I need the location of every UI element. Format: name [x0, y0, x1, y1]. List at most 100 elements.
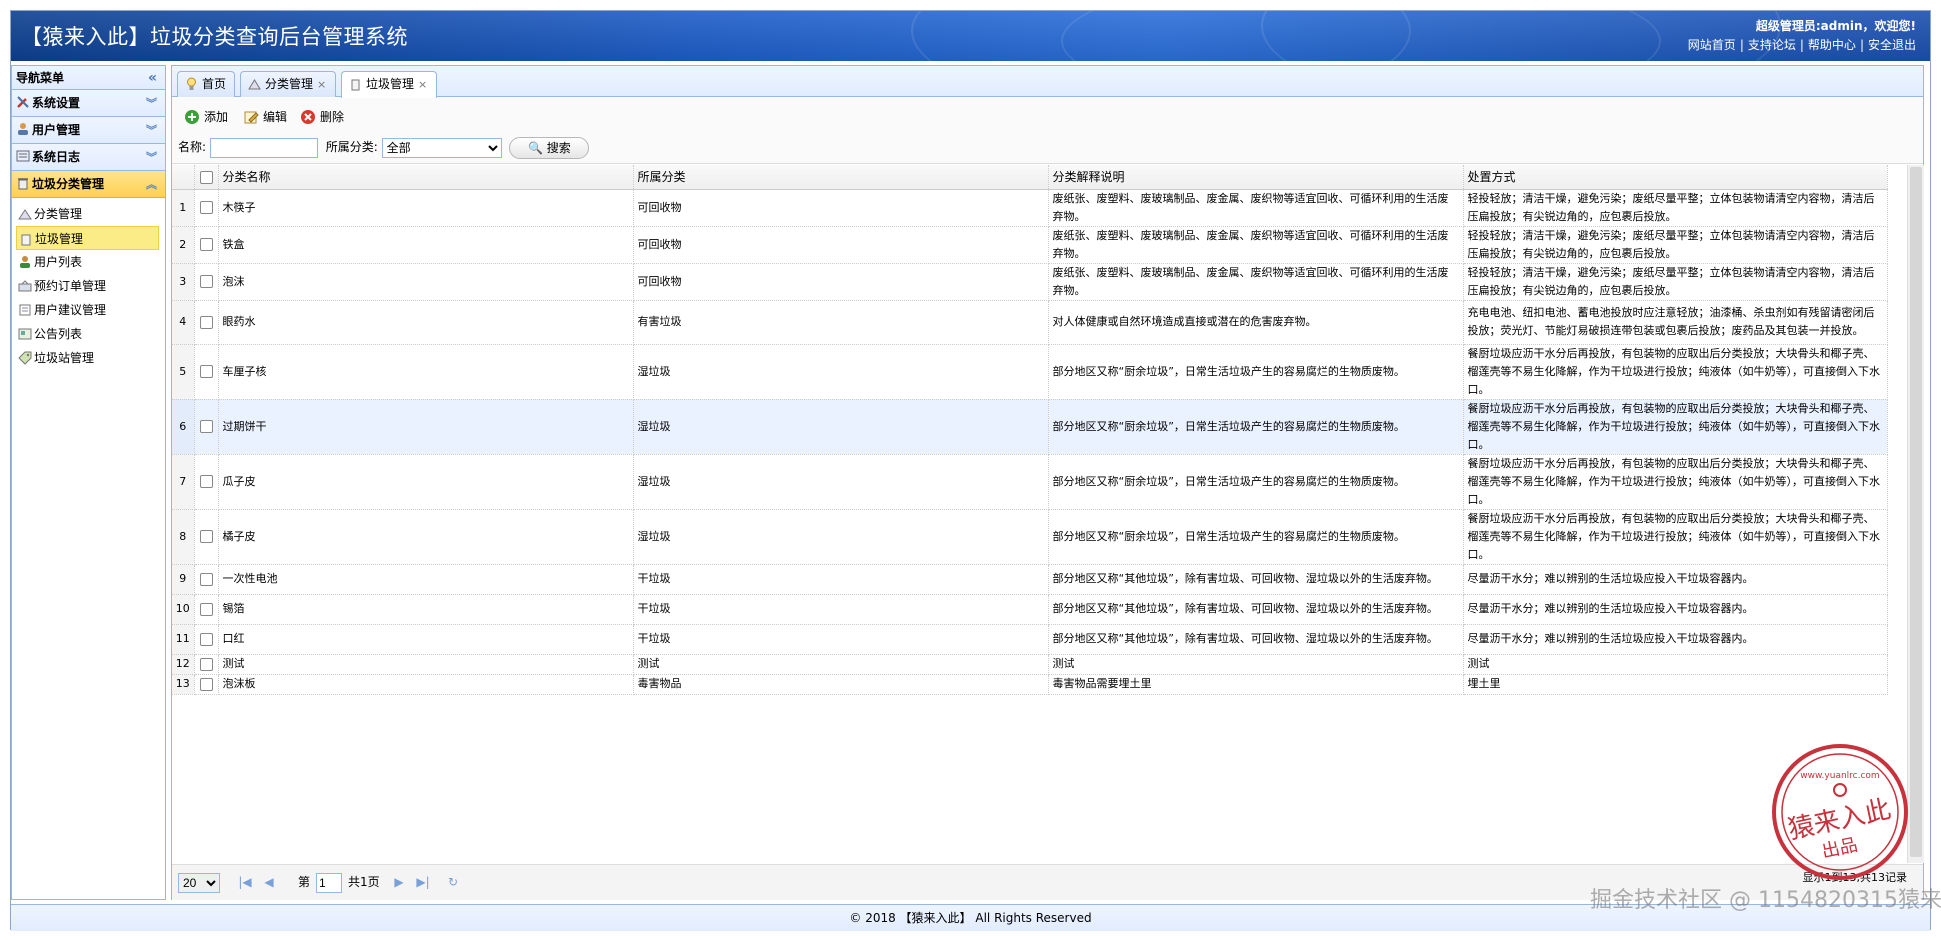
sidebar-section-system-log[interactable]: 系统日志 ︾ — [12, 144, 165, 171]
row-checkbox[interactable] — [199, 657, 213, 671]
cell-category: 干垃圾 — [633, 564, 1049, 595]
sidebar-item-stations[interactable]: 垃圾站管理 — [16, 346, 159, 370]
row-checkbox[interactable] — [199, 677, 213, 691]
row-checkbox[interactable] — [199, 275, 213, 288]
row-checkbox[interactable] — [199, 632, 213, 646]
row-checkbox[interactable] — [199, 530, 213, 543]
row-checkbox[interactable] — [199, 572, 213, 586]
category-select[interactable]: 全部 — [381, 137, 502, 158]
page-number-input[interactable] — [316, 873, 342, 893]
column-header-name[interactable]: 分类名称 — [218, 165, 634, 190]
cell-disposal: 尽量沥干水分；难以辨别的生活垃圾应投入干垃圾容器内。 — [1463, 594, 1888, 625]
help-link[interactable]: 帮助中心 — [1808, 38, 1856, 52]
row-checkbox[interactable] — [199, 238, 213, 251]
column-header-disposal[interactable]: 处置方式 — [1463, 165, 1888, 190]
cell-disposal: 餐厨垃圾应沥干水分后再投放，有包装物的应取出后分类投放；大块骨头和椰子壳、榴莲壳… — [1463, 509, 1888, 565]
category-label: 所属分类: — [325, 140, 378, 154]
column-header-category[interactable]: 所属分类 — [633, 165, 1049, 190]
search-form: 名称: 所属分类: 全部 🔍 搜索 — [178, 136, 590, 159]
logout-link[interactable]: 安全退出 — [1868, 38, 1916, 52]
row-checkbox[interactable] — [199, 602, 213, 616]
add-button[interactable]: 添加 — [184, 107, 228, 127]
tab-label: 垃圾管理 — [366, 77, 415, 91]
table-row[interactable]: 8 橘子皮 湿垃圾 部分地区又称“厨余垃圾”，日常生活垃圾产生的容易腐烂的生物质废物。… — [172, 509, 1888, 565]
cell-description: 废纸张、废塑料、废玻璃制品、废金属、废织物等适宜回收、可循环利用的生活废弃物。 — [1048, 189, 1464, 227]
category-icon — [248, 79, 261, 90]
chevron-down-icon: ︾ — [146, 97, 157, 110]
table-row[interactable]: 6 过期饼干 湿垃圾 部分地区又称“厨余垃圾”，日常生活垃圾产生的容易腐烂的生物质废物… — [172, 399, 1888, 455]
row-checkbox[interactable] — [199, 201, 213, 214]
tools-icon — [17, 96, 29, 108]
table-row[interactable]: 10 锡箔 干垃圾 部分地区又称“其他垃圾”，除有害垃圾、可回收物、湿垃圾以外的生活废… — [172, 594, 1888, 625]
add-icon — [185, 110, 199, 124]
category-icon — [18, 209, 32, 220]
cell-description: 部分地区又称“厨余垃圾”，日常生活垃圾产生的容易腐烂的生物质废物。 — [1048, 344, 1464, 400]
chevron-down-icon: ︾ — [146, 124, 157, 137]
close-icon[interactable]: × — [418, 78, 427, 91]
row-checkbox-cell — [194, 226, 219, 264]
section-label: 用户管理 — [32, 123, 81, 137]
tab-category[interactable]: 分类管理 × — [240, 71, 336, 97]
row-checkbox[interactable] — [199, 475, 213, 488]
page-size-select[interactable]: 20 — [178, 873, 220, 893]
table-row[interactable]: 11 口红 干垃圾 部分地区又称“其他垃圾”，除有害垃圾、可回收物、湿垃圾以外的生活废… — [172, 624, 1888, 655]
row-checkbox[interactable] — [199, 315, 213, 329]
sidebar-item-label: 垃圾管理 — [35, 232, 84, 246]
cell-category: 湿垃圾 — [633, 454, 1049, 510]
select-all-checkbox[interactable] — [199, 170, 213, 184]
column-header-description[interactable]: 分类解释说明 — [1048, 165, 1464, 190]
sidebar-item-feedback[interactable]: 用户建议管理 — [16, 298, 159, 322]
cell-name: 泡沫板 — [218, 674, 634, 695]
cell-category: 湿垃圾 — [633, 344, 1049, 400]
table-row[interactable]: 1 木筷子 可回收物 废纸张、废塑料、废玻璃制品、废金属、废织物等适宜回收、可循环利用… — [172, 189, 1888, 227]
sidebar-item-notices[interactable]: 公告列表 — [16, 322, 159, 346]
scrollbar-thumb[interactable] — [1910, 167, 1922, 857]
table-row[interactable]: 2 铁盒 可回收物 废纸张、废塑料、废玻璃制品、废金属、废织物等适宜回收、可循环利用的… — [172, 226, 1888, 264]
cell-name: 测试 — [218, 654, 634, 675]
table-row[interactable]: 9 一次性电池 干垃圾 部分地区又称“其他垃圾”，除有害垃圾、可回收物、湿垃圾以外的生… — [172, 564, 1888, 595]
collapse-icon[interactable]: « — [148, 66, 157, 90]
sidebar-item-trash[interactable]: 垃圾管理 — [16, 226, 159, 250]
edit-button[interactable]: 编辑 — [243, 107, 287, 127]
section-label: 系统日志 — [32, 150, 81, 164]
tab-trash[interactable]: 垃圾管理 × — [341, 71, 437, 98]
prev-page-icon[interactable]: ◀ — [262, 875, 276, 889]
table-row[interactable]: 3 泡沫 可回收物 废纸张、废塑料、废玻璃制品、废金属、废织物等适宜回收、可循环利用的… — [172, 263, 1888, 301]
search-button[interactable]: 🔍 搜索 — [509, 136, 590, 159]
row-number: 12 — [172, 654, 195, 675]
row-checkbox[interactable] — [199, 420, 213, 433]
sidebar-section-system-settings[interactable]: 系统设置 ︾ — [12, 90, 165, 117]
next-page-icon[interactable]: ▶ — [392, 875, 406, 889]
table-row[interactable]: 7 瓜子皮 湿垃圾 部分地区又称“厨余垃圾”，日常生活垃圾产生的容易腐烂的生物质废物。… — [172, 454, 1888, 510]
row-checkbox[interactable] — [199, 365, 213, 378]
last-page-icon[interactable]: ▶| — [416, 875, 430, 889]
cell-disposal: 尽量沥干水分；难以辨别的生活垃圾应投入干垃圾容器内。 — [1463, 564, 1888, 595]
forum-link[interactable]: 支持论坛 — [1748, 38, 1796, 52]
tab-bar: 首页 分类管理 × 垃圾管理 × — [172, 66, 1923, 98]
stamp-seal: www.yuanlrc.com 猿来入此 出品 — [1772, 744, 1908, 880]
sidebar-item-category[interactable]: 分类管理 — [16, 202, 159, 226]
refresh-icon[interactable]: ↻ — [446, 875, 460, 889]
tab-home[interactable]: 首页 — [177, 71, 235, 97]
delete-button[interactable]: 删除 — [300, 107, 344, 127]
table-row[interactable]: 4 眼药水 有害垃圾 对人体健康或自然环境造成直接或潜在的危害废弃物。 充电电池、纽扣电… — [172, 300, 1888, 345]
sidebar-section-trash-management[interactable]: 垃圾分类管理 ︽ — [12, 171, 165, 198]
home-link[interactable]: 网站首页 — [1688, 38, 1736, 52]
nav-menu-title: 导航菜单 — [16, 71, 65, 85]
data-grid: 分类名称 所属分类 分类解释说明 处置方式 1 木筷子 可回收物 废纸张、废塑料、废玻… — [172, 165, 1905, 863]
close-icon[interactable]: × — [317, 78, 326, 91]
row-number: 8 — [172, 509, 195, 565]
cell-category: 湿垃圾 — [633, 399, 1049, 455]
sidebar-item-users[interactable]: 用户列表 — [16, 250, 159, 274]
sidebar-section-user-management[interactable]: 用户管理 ︾ — [12, 117, 165, 144]
first-page-icon[interactable]: |◀ — [238, 875, 252, 889]
name-search-input[interactable] — [209, 137, 318, 158]
sidebar-item-orders[interactable]: 预约订单管理 — [16, 274, 159, 298]
table-row[interactable]: 13 泡沫板 毒害物品 毒害物品需要埋土里 埋土里 — [172, 674, 1888, 695]
table-row[interactable]: 5 车厘子核 湿垃圾 部分地区又称“厨余垃圾”，日常生活垃圾产生的容易腐烂的生物质废物… — [172, 344, 1888, 400]
cell-name: 一次性电池 — [218, 564, 634, 595]
sidebar-item-label: 用户列表 — [34, 255, 83, 269]
sidebar-sub-list: 分类管理 垃圾管理 用户列表 预约订单管理 用户建议管理 公告列表 垃圾站管理 — [12, 198, 165, 370]
table-row[interactable]: 12 测试 测试 测试 测试 — [172, 654, 1888, 675]
cell-description: 测试 — [1048, 654, 1464, 675]
